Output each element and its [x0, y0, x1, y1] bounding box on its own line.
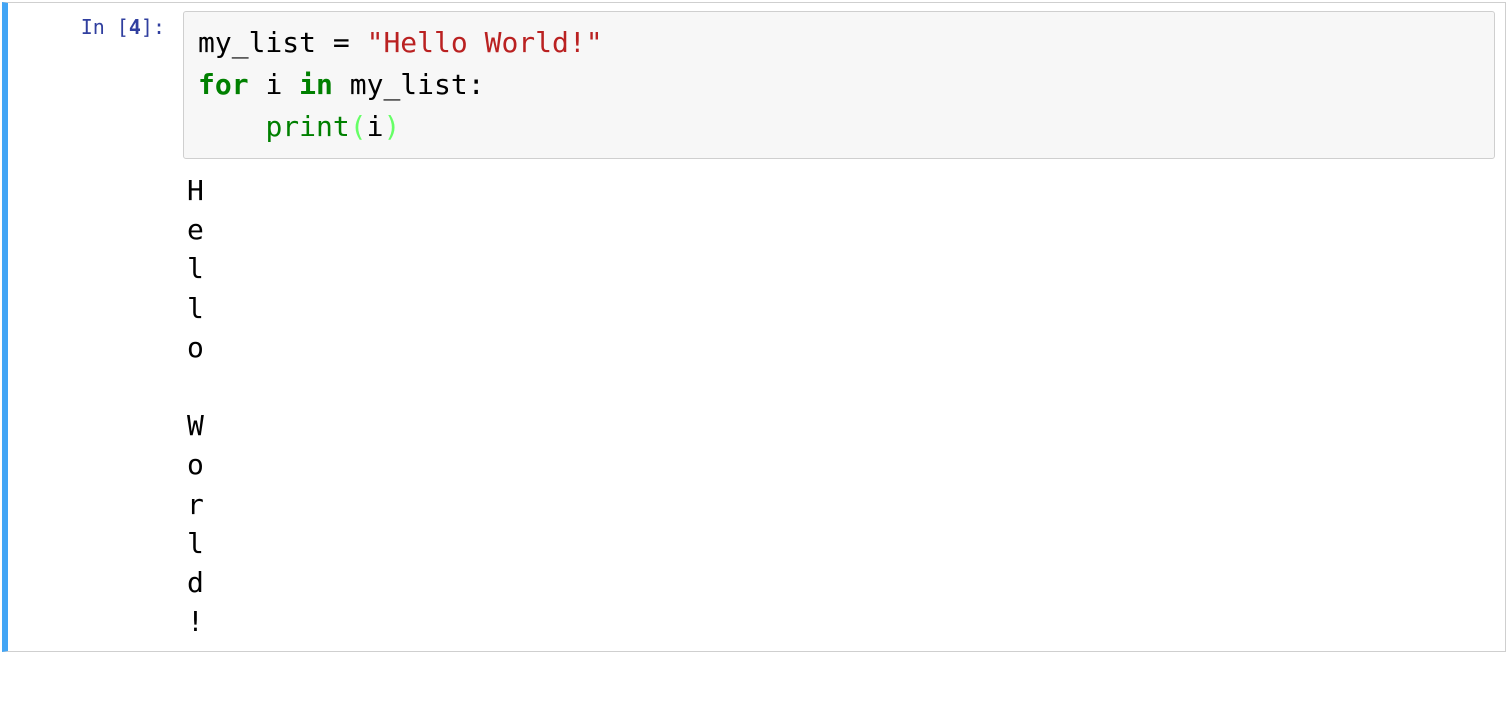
code-token-op: = — [316, 26, 367, 59]
code-token-colon: : — [468, 68, 485, 101]
code-token-var: my_list — [198, 26, 316, 59]
code-token-paren: ) — [383, 110, 400, 143]
code-token-keyword: in — [299, 68, 333, 101]
code-token-space — [282, 68, 299, 101]
code-input-area[interactable]: my_list = "Hello World!" for i in my_lis… — [183, 11, 1495, 159]
code-token-var: my_list — [350, 68, 468, 101]
prompt-execution-count: 4 — [129, 15, 141, 39]
code-token-string: "Hello World!" — [367, 26, 603, 59]
input-prompt: In [4]: — [8, 3, 173, 651]
code-output-area: H e l l o W o r l d ! — [183, 159, 1495, 641]
code-token-arg: i — [367, 110, 384, 143]
code-token-keyword: for — [198, 68, 249, 101]
prompt-close: ]: — [141, 15, 165, 39]
code-token-space — [249, 68, 266, 101]
code-token-builtin: print — [265, 110, 349, 143]
cell-body: my_list = "Hello World!" for i in my_lis… — [173, 3, 1505, 651]
code-token-indent — [198, 110, 265, 143]
notebook-cell[interactable]: In [4]: my_list = "Hello World!" for i i… — [2, 2, 1506, 652]
code-token-space — [333, 68, 350, 101]
code-token-paren: ( — [350, 110, 367, 143]
code-token-var: i — [265, 68, 282, 101]
prompt-in-label: In [ — [81, 15, 129, 39]
output-text: H e l l o W o r l d ! — [187, 174, 204, 638]
